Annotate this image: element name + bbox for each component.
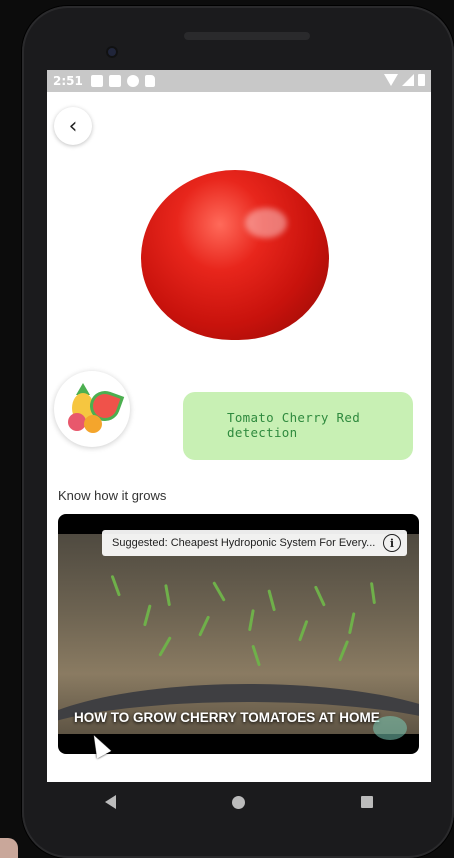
status-time: 2:51 (53, 74, 83, 88)
status-bar: 2:51 (47, 70, 431, 92)
orange-icon (84, 415, 102, 433)
seedling (212, 581, 226, 602)
section-title: Know how it grows (58, 488, 167, 503)
seedling (143, 604, 152, 627)
battery-icon (418, 74, 425, 86)
seedling (110, 574, 121, 597)
chevron-left-icon: ‹ (68, 113, 78, 139)
notification-icon (108, 75, 121, 87)
detection-result-card: Tomato Cherry Red detection (183, 392, 413, 460)
channel-watermark (373, 716, 407, 740)
wifi-icon (384, 74, 398, 86)
seedling (313, 585, 326, 607)
seedling (338, 640, 350, 662)
seedling (267, 589, 276, 612)
video-thumbnail (58, 534, 419, 734)
nav-recents-icon[interactable] (361, 796, 373, 808)
suggested-video-bar[interactable]: Suggested: Cheapest Hydroponic System Fo… (102, 530, 407, 556)
seedling (298, 619, 309, 642)
signal-icon (402, 74, 414, 86)
back-button[interactable]: ‹ (54, 107, 92, 145)
front-camera (106, 46, 118, 58)
tomato-highlight (245, 208, 287, 238)
seedling (348, 612, 356, 635)
fruit-logo (54, 371, 130, 447)
seedling (369, 582, 376, 605)
sync-icon (126, 75, 139, 87)
seedling (248, 609, 255, 632)
detection-label: Tomato Cherry Red detection (227, 410, 361, 440)
status-indicators (384, 74, 425, 86)
info-icon[interactable]: i (383, 534, 401, 552)
seedling (164, 584, 171, 607)
tomato-image (141, 170, 329, 340)
seedling (198, 615, 211, 637)
notification-icon (90, 75, 103, 87)
seedling (251, 644, 261, 667)
video-caption: HOW TO GROW CHERRY TOMATOES AT HOME (74, 710, 380, 725)
nav-back-icon[interactable] (105, 795, 116, 809)
suggested-video-title: Suggested: Cheapest Hydroponic System Fo… (112, 537, 376, 549)
nav-home-icon[interactable] (232, 795, 245, 809)
app-screen: 2:51 ‹ Tomato Cherry Red detection Know … (47, 70, 431, 782)
earpiece-speaker (184, 32, 310, 40)
system-nav-bar (47, 782, 431, 822)
seedling (158, 636, 172, 657)
sd-card-icon (144, 75, 155, 87)
video-player[interactable]: Suggested: Cheapest Hydroponic System Fo… (58, 514, 419, 754)
desktop-edge (0, 838, 18, 858)
detected-image (135, 166, 335, 344)
